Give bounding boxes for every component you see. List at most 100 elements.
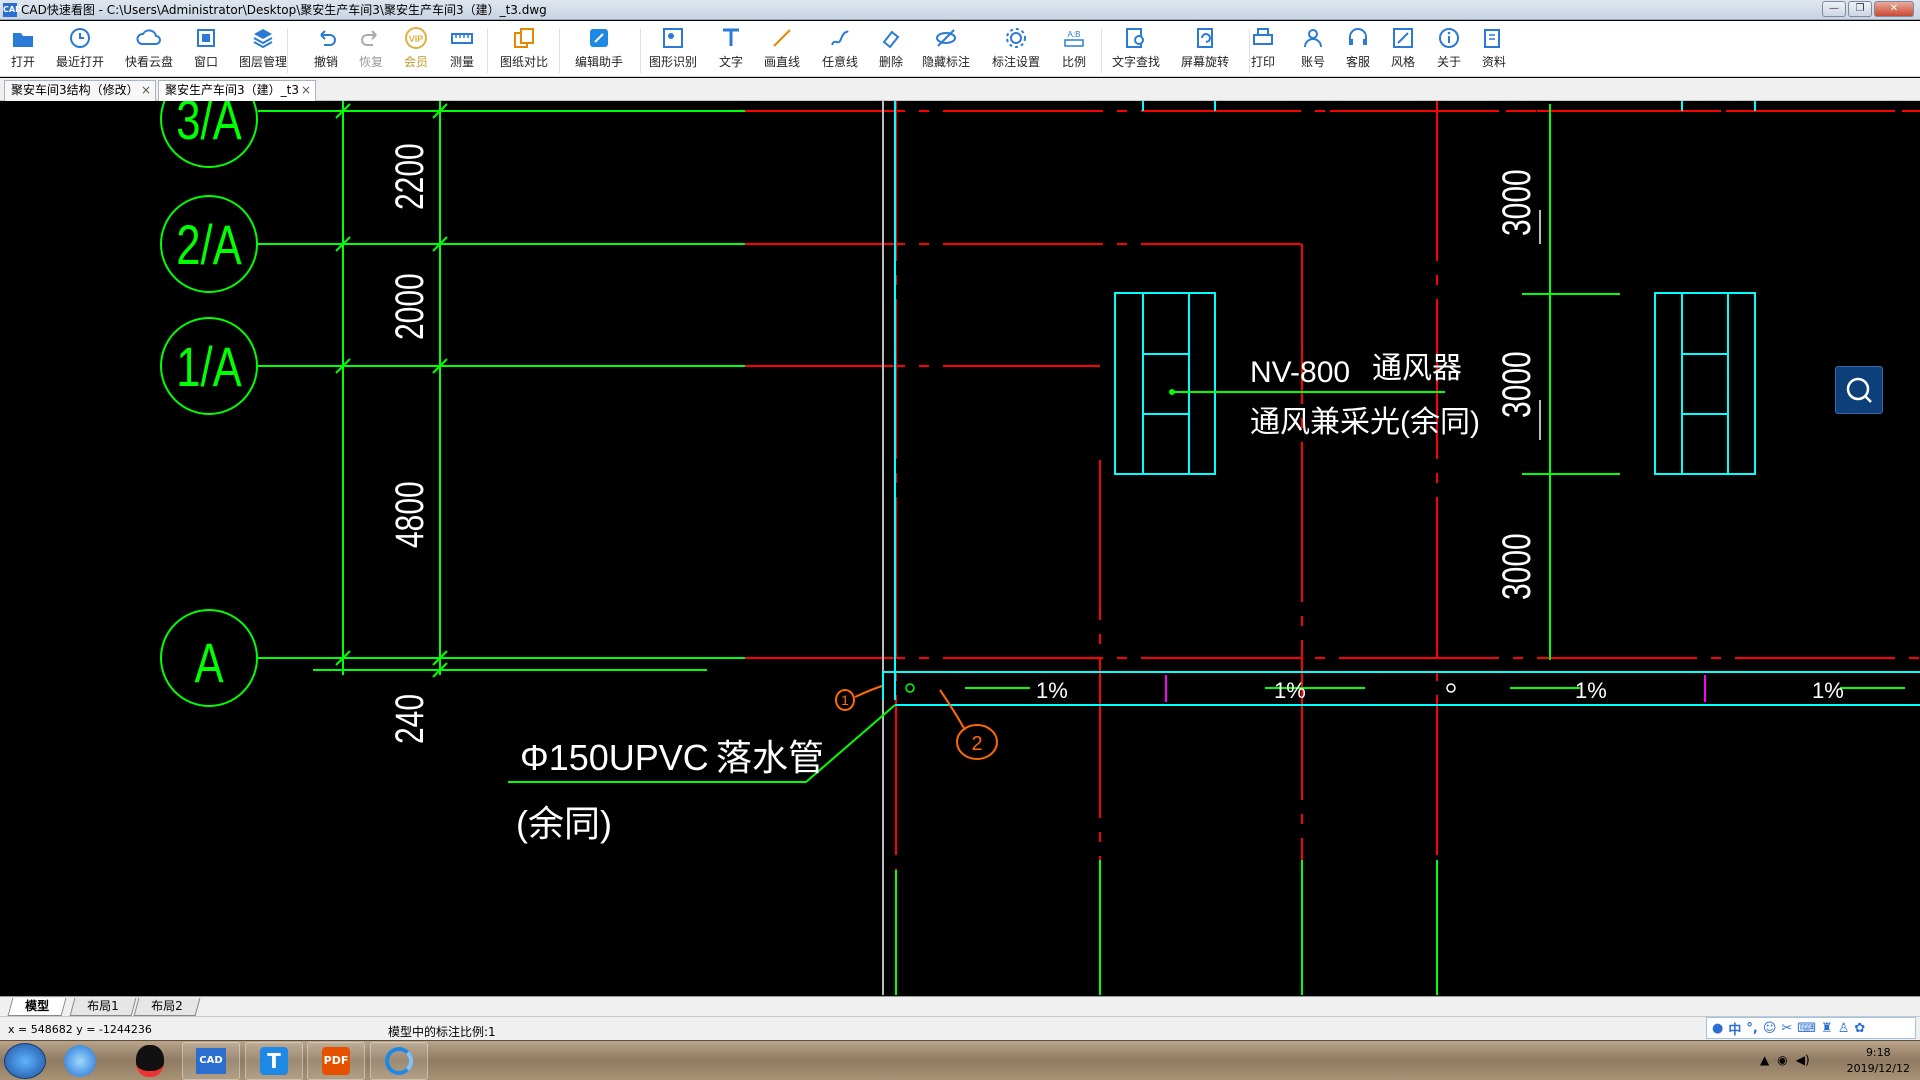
toolbar-button-shape-recognize[interactable]: 图形识别: [645, 25, 701, 70]
toolbar-button-text[interactable]: 文字: [703, 25, 759, 70]
toolbar-button-cloud[interactable]: 快看云盘: [121, 25, 177, 70]
toolbar-label: 客服: [1345, 55, 1370, 69]
dim-2200: 2200: [388, 143, 432, 210]
toolbar-button-rotate-screen[interactable]: 屏幕旋转: [1177, 25, 1233, 70]
toolbar-label: 画直线: [763, 55, 800, 69]
close-tab-icon[interactable]: ×: [301, 81, 311, 100]
pdf-taskbar-item[interactable]: PDF: [307, 1042, 365, 1080]
toolbar-label: 图形识别: [648, 55, 697, 69]
text-icon: [723, 28, 739, 46]
tray-qq-icon[interactable]: ◉: [1777, 1053, 1787, 1067]
drawing-canvas[interactable]: 3/A 2/A 1/A A 2200 2000 4800 240 3000 30…: [0, 101, 1920, 996]
toolbar-label: 快看云盘: [124, 55, 173, 69]
layout-tabs: 模型 布局1 布局2: [0, 996, 1920, 1016]
main-toolbar: 打开 最近打开 快看云盘 窗口 图层管理 撤销 恢复 VIP 会员 测量 图纸对比 编辑助手 图形识别 文…: [0, 21, 1920, 77]
ime-toolbar[interactable]: ● 中 °, ☺ ✂ ⌨ ♜ ♙ ✿: [1706, 1017, 1916, 1039]
qq-icon[interactable]: [136, 1045, 164, 1077]
dim-2000: 2000: [388, 273, 432, 340]
tools-icon[interactable]: ✂: [1781, 1021, 1792, 1036]
resources-icon: [1484, 29, 1500, 48]
punct-icon[interactable]: °,: [1746, 1021, 1757, 1036]
user-icon[interactable]: ♙: [1838, 1021, 1850, 1036]
toolbar-label: 删除: [878, 55, 903, 69]
axis-label-3a: 3/A: [176, 101, 242, 151]
toolbar-button-print[interactable]: 打印: [1235, 25, 1291, 70]
title-bar: CAD CAD快速看图 - C:\Users\Administrator\Des…: [0, 0, 1920, 20]
cloud-icon: [136, 29, 161, 45]
toolbar-label: 风格: [1390, 55, 1415, 69]
annotation-settings-icon: [1006, 28, 1026, 48]
axis-label-2a: 2/A: [176, 214, 242, 276]
volume-icon[interactable]: ◀): [1796, 1053, 1810, 1067]
toolbar-button-annotation-settings[interactable]: 标注设置: [988, 25, 1044, 70]
cad-viewer-taskbar-item[interactable]: CAD: [182, 1042, 240, 1080]
svg-text:VIP: VIP: [409, 34, 424, 44]
markup-label-2: 2: [971, 733, 982, 755]
freehand-icon: [831, 30, 849, 46]
toolbar-button-freehand[interactable]: 任意线: [812, 25, 868, 70]
toolbar-button-scale[interactable]: A:B 比例: [1046, 25, 1102, 70]
t-app-taskbar-item[interactable]: T: [245, 1042, 303, 1080]
swirl-app-icon: [385, 1047, 413, 1075]
toolbar-label: 标注设置: [991, 55, 1040, 69]
toolbar-button-compare[interactable]: 图纸对比: [496, 25, 552, 70]
slope-label-1: 1%: [1036, 678, 1068, 703]
toolbar-button-edit-assistant[interactable]: 编辑助手: [571, 25, 627, 70]
ie-browser-icon[interactable]: [64, 1045, 96, 1077]
tab-layout1[interactable]: 布局1: [69, 998, 137, 1016]
keyboard-icon[interactable]: ⌨: [1797, 1021, 1816, 1036]
layers-icon: [253, 29, 273, 49]
emoji-icon[interactable]: ☺: [1763, 1021, 1777, 1036]
style-icon: [1393, 28, 1413, 48]
close-tab-icon[interactable]: ×: [141, 81, 151, 100]
eraser-icon: [882, 30, 900, 49]
toolbar-label: 文字: [718, 55, 743, 69]
tab-model[interactable]: 模型: [7, 998, 67, 1016]
clock[interactable]: 9:18 2019/12/12: [1847, 1045, 1910, 1077]
toolbar-button-eraser[interactable]: 删除: [863, 25, 919, 70]
system-tray: ▲ ◉ ◀): [1760, 1053, 1810, 1067]
skin-icon[interactable]: ♜: [1821, 1021, 1833, 1036]
tab-structure[interactable]: 聚安车间3结构（修改） ×: [4, 80, 156, 101]
toolbar-button-window[interactable]: 窗口: [178, 25, 234, 70]
window-title: CAD快速看图 - C:\Users\Administrator\Desktop…: [21, 3, 547, 17]
toolbar-button-line[interactable]: 画直线: [754, 25, 810, 70]
toolbar-label: 窗口: [193, 55, 218, 69]
toolbar-label: 编辑助手: [574, 55, 623, 69]
toolbar-button-folder-open[interactable]: 打开: [0, 25, 51, 70]
slope-label-2: 1%: [1274, 678, 1306, 703]
support-icon: [1349, 28, 1367, 45]
start-orb-icon[interactable]: [4, 1043, 46, 1079]
swirl-app-taskbar-item[interactable]: [370, 1042, 428, 1080]
cad-drawing: 3/A 2/A 1/A A 2200 2000 4800 240 3000 30…: [160, 101, 1920, 995]
zoom-search-button[interactable]: [1835, 366, 1883, 414]
ime-lang[interactable]: 中: [1728, 1019, 1741, 1038]
close-button[interactable]: ✕: [1874, 1, 1914, 17]
toolbar-button-layers[interactable]: 图层管理: [235, 25, 291, 70]
settings-icon[interactable]: ✿: [1854, 1021, 1865, 1036]
toolbar-button-resources[interactable]: 资料: [1466, 25, 1522, 70]
vent-name-note: 通风器: [1372, 352, 1462, 385]
status-bar: x = 548682 y = -1244236 模型中的标注比例:1 ● 中 °…: [0, 1016, 1920, 1040]
toolbar-button-hide-annotation[interactable]: 隐藏标注: [918, 25, 974, 70]
toolbar-label: 会员: [403, 55, 428, 69]
minimize-button[interactable]: —: [1822, 1, 1846, 17]
tray-arrow-icon[interactable]: ▲: [1760, 1053, 1769, 1067]
toolbar-button-recent[interactable]: 最近打开: [52, 25, 108, 70]
toolbar-label: 账号: [1300, 55, 1325, 69]
maximize-button[interactable]: ❐: [1848, 1, 1872, 17]
ime-logo-icon: ●: [1712, 1020, 1724, 1036]
account-icon: [1304, 29, 1322, 48]
measure-icon: [451, 33, 473, 44]
toolbar-button-text-search[interactable]: 文字查找: [1108, 25, 1164, 70]
axis-label-a: A: [194, 632, 224, 694]
vent-model-note: NV-800: [1250, 356, 1350, 389]
pipe-extra-note: (余同): [516, 803, 612, 844]
edit-assistant-icon: [590, 29, 608, 47]
tab-building[interactable]: 聚安生产车间3（建）_t3 ×: [158, 80, 316, 101]
hide-annotation-icon: [936, 29, 956, 47]
tab-layout2[interactable]: 布局2: [133, 998, 201, 1016]
pipe-spec-note: Φ150UPVC: [520, 737, 709, 778]
toolbar-button-measure[interactable]: 测量: [434, 25, 490, 70]
rotate-screen-icon: [1197, 28, 1213, 48]
